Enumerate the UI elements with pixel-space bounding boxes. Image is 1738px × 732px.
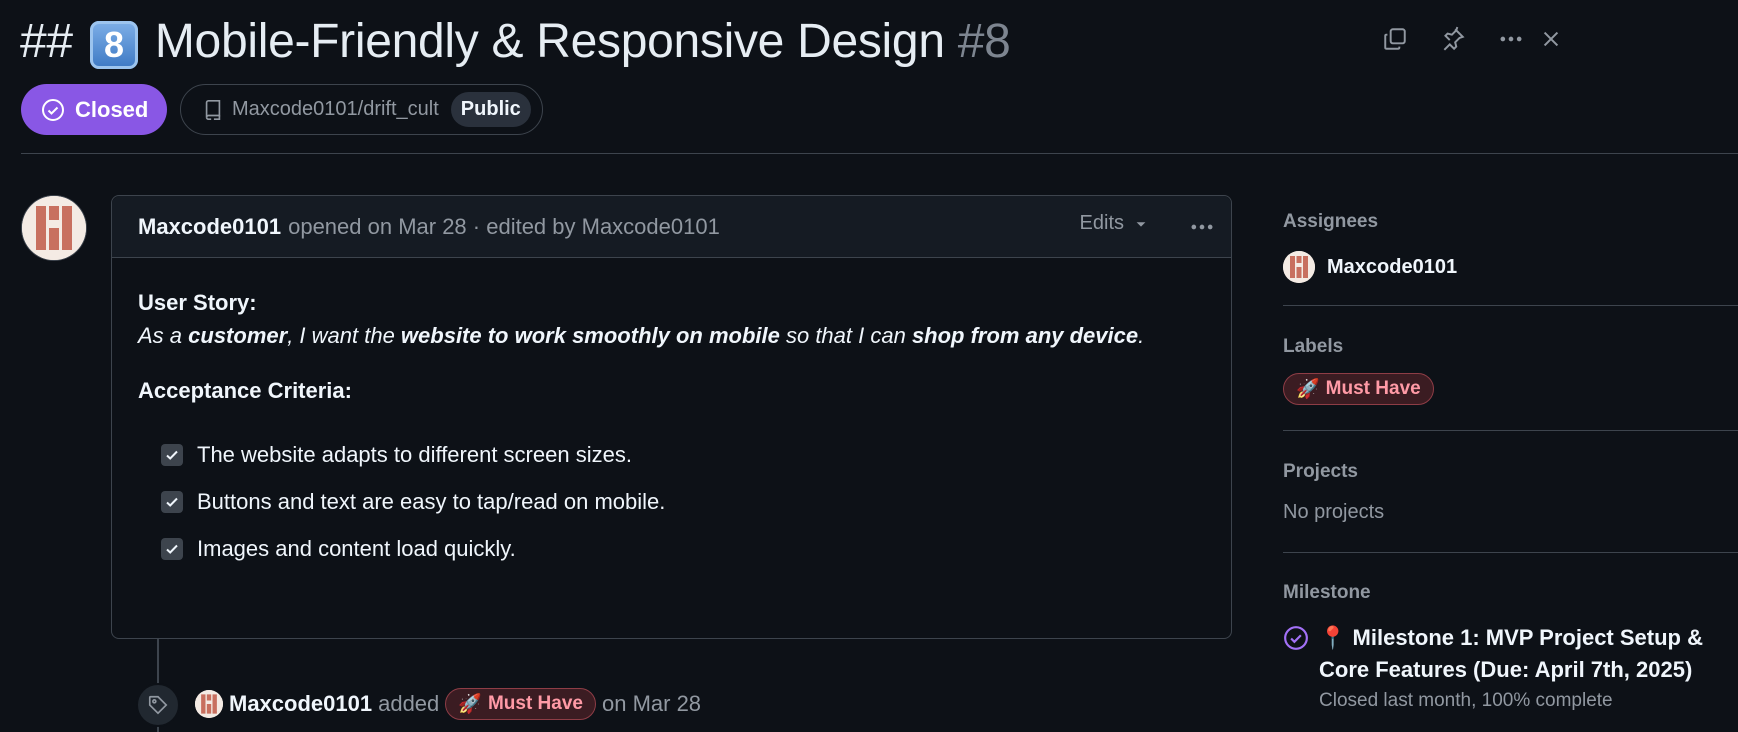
sidebar-divider xyxy=(1283,552,1738,553)
pin-button[interactable] xyxy=(1436,22,1470,56)
avatar-identicon xyxy=(1283,251,1315,283)
kebab-icon xyxy=(1191,224,1213,230)
comment-author[interactable]: Maxcode0101 xyxy=(138,214,281,240)
task-item: The website adapts to different screen s… xyxy=(161,431,1205,478)
sidebar-divider xyxy=(1283,430,1738,431)
edits-dropdown[interactable]: Edits xyxy=(1080,212,1148,235)
task-checkbox[interactable] xyxy=(161,537,183,560)
kebab-icon xyxy=(1500,36,1522,42)
milestone-name: Milestone 1: MVP Project Setup & Core Fe… xyxy=(1319,625,1703,682)
comment-options-button[interactable] xyxy=(1187,212,1217,242)
header-divider xyxy=(21,153,1738,154)
task-text: Buttons and text are easy to tap/read on… xyxy=(197,489,666,514)
milestone-link[interactable]: 📍 Milestone 1: MVP Project Setup & Core … xyxy=(1319,622,1738,686)
issue-panel: ## 8 Mobile-Friendly & Responsive Design… xyxy=(0,0,1738,732)
task-checkbox[interactable] xyxy=(161,490,183,513)
comment-meta: opened on Mar 28 · edited by Maxcode0101 xyxy=(288,213,720,239)
task-list: The website adapts to different screen s… xyxy=(138,431,1205,572)
check-circle-icon xyxy=(42,98,64,121)
rocket-icon: 🚀 xyxy=(458,694,482,715)
checkbox-icon xyxy=(166,497,178,507)
assignees-heading[interactable]: Assignees xyxy=(1283,211,1378,233)
story-part: so that I can xyxy=(779,323,912,348)
comment-header: Maxcode0101 opened on Mar 28 · edited by… xyxy=(112,196,1231,258)
avatar[interactable] xyxy=(22,196,86,260)
acceptance-criteria-heading: Acceptance Criteria: xyxy=(138,378,352,403)
state-label: Closed xyxy=(75,96,149,122)
issue-title: ## 8 Mobile-Friendly & Responsive Design… xyxy=(20,10,1011,74)
copy-icon xyxy=(1384,28,1406,50)
milestone-details: 📍 Milestone 1: MVP Project Setup & Core … xyxy=(1319,622,1738,712)
event-verb: added xyxy=(378,691,440,716)
milestone-status: Closed last month, 100% complete xyxy=(1319,690,1613,711)
avatar-identicon xyxy=(195,690,223,718)
label-must-have[interactable]: 🚀 Must Have xyxy=(445,688,596,720)
assignee-name: Maxcode0101 xyxy=(1327,255,1458,278)
labels-list: 🚀 Must Have xyxy=(1283,373,1434,405)
checkbox-icon xyxy=(166,544,178,554)
story-bold: customer xyxy=(188,323,288,348)
story-part: , I want the xyxy=(287,323,401,348)
more-options-button[interactable] xyxy=(1494,22,1528,56)
chevron-down-icon xyxy=(1136,221,1146,227)
close-icon xyxy=(1543,31,1559,47)
copy-link-button[interactable] xyxy=(1378,22,1412,56)
issue-number: #8 xyxy=(957,15,1011,68)
round-pushpin-icon: 📍 xyxy=(1319,625,1347,650)
task-checkbox[interactable] xyxy=(161,443,183,466)
task-text: Images and content load quickly. xyxy=(197,536,516,561)
avatar-identicon xyxy=(22,196,86,260)
visibility-badge: Public xyxy=(450,92,531,127)
comment-body: User Story: As a customer, I want the we… xyxy=(112,258,1231,600)
timeline-event: Maxcode0101 added 🚀 Must Have on Mar 28 xyxy=(195,686,701,722)
milestone-item: 📍 Milestone 1: MVP Project Setup & Core … xyxy=(1283,622,1738,712)
projects-value: No projects xyxy=(1283,501,1385,523)
sidebar-divider xyxy=(1283,305,1738,306)
user-story-heading: User Story: xyxy=(138,290,257,315)
issue-body-comment: Maxcode0101 opened on Mar 28 · edited by… xyxy=(111,195,1232,639)
pin-icon xyxy=(1443,26,1465,51)
keycap-8-emoji: 8 xyxy=(89,21,138,69)
title-prefix: ## xyxy=(20,15,86,68)
edits-label: Edits xyxy=(1079,212,1124,234)
event-date: on Mar 28 xyxy=(601,691,702,716)
task-item: Buttons and text are easy to tap/read on… xyxy=(161,478,1205,525)
task-text: The website adapts to different screen s… xyxy=(197,442,632,467)
repo-link[interactable]: Maxcode0101/drift_cult Public xyxy=(180,84,543,135)
story-bold: shop from any device xyxy=(911,323,1139,348)
label-must-have[interactable]: 🚀 Must Have xyxy=(1283,373,1434,405)
avatar xyxy=(1283,251,1315,283)
projects-heading[interactable]: Projects xyxy=(1283,461,1358,483)
story-bold: website to work smoothly on mobile xyxy=(400,323,780,348)
task-item: Images and content load quickly. xyxy=(161,525,1205,572)
repo-name: Maxcode0101/drift_cult xyxy=(232,98,439,120)
tag-icon xyxy=(148,695,168,715)
repo-icon xyxy=(205,99,221,120)
timeline-label-event-icon xyxy=(136,683,180,727)
user-story-text: As a customer, I want the website to wor… xyxy=(138,319,1205,352)
story-part: . xyxy=(1138,323,1145,348)
rocket-icon: 🚀 xyxy=(1296,379,1320,400)
milestone-check-icon xyxy=(1284,626,1308,650)
close-panel-button[interactable] xyxy=(1534,22,1568,56)
label-text: Must Have xyxy=(487,693,583,714)
avatar[interactable] xyxy=(195,690,223,718)
checkbox-icon xyxy=(166,450,178,460)
story-part: As a xyxy=(138,323,189,348)
event-author[interactable]: Maxcode0101 xyxy=(229,691,372,717)
title-text: Mobile-Friendly & Responsive Design xyxy=(141,15,958,68)
labels-heading[interactable]: Labels xyxy=(1283,336,1343,358)
assignee-item[interactable]: Maxcode0101 xyxy=(1283,251,1457,283)
state-badge-closed: Closed xyxy=(21,84,167,135)
label-text: Must Have xyxy=(1325,378,1421,399)
milestone-heading[interactable]: Milestone xyxy=(1283,582,1371,604)
